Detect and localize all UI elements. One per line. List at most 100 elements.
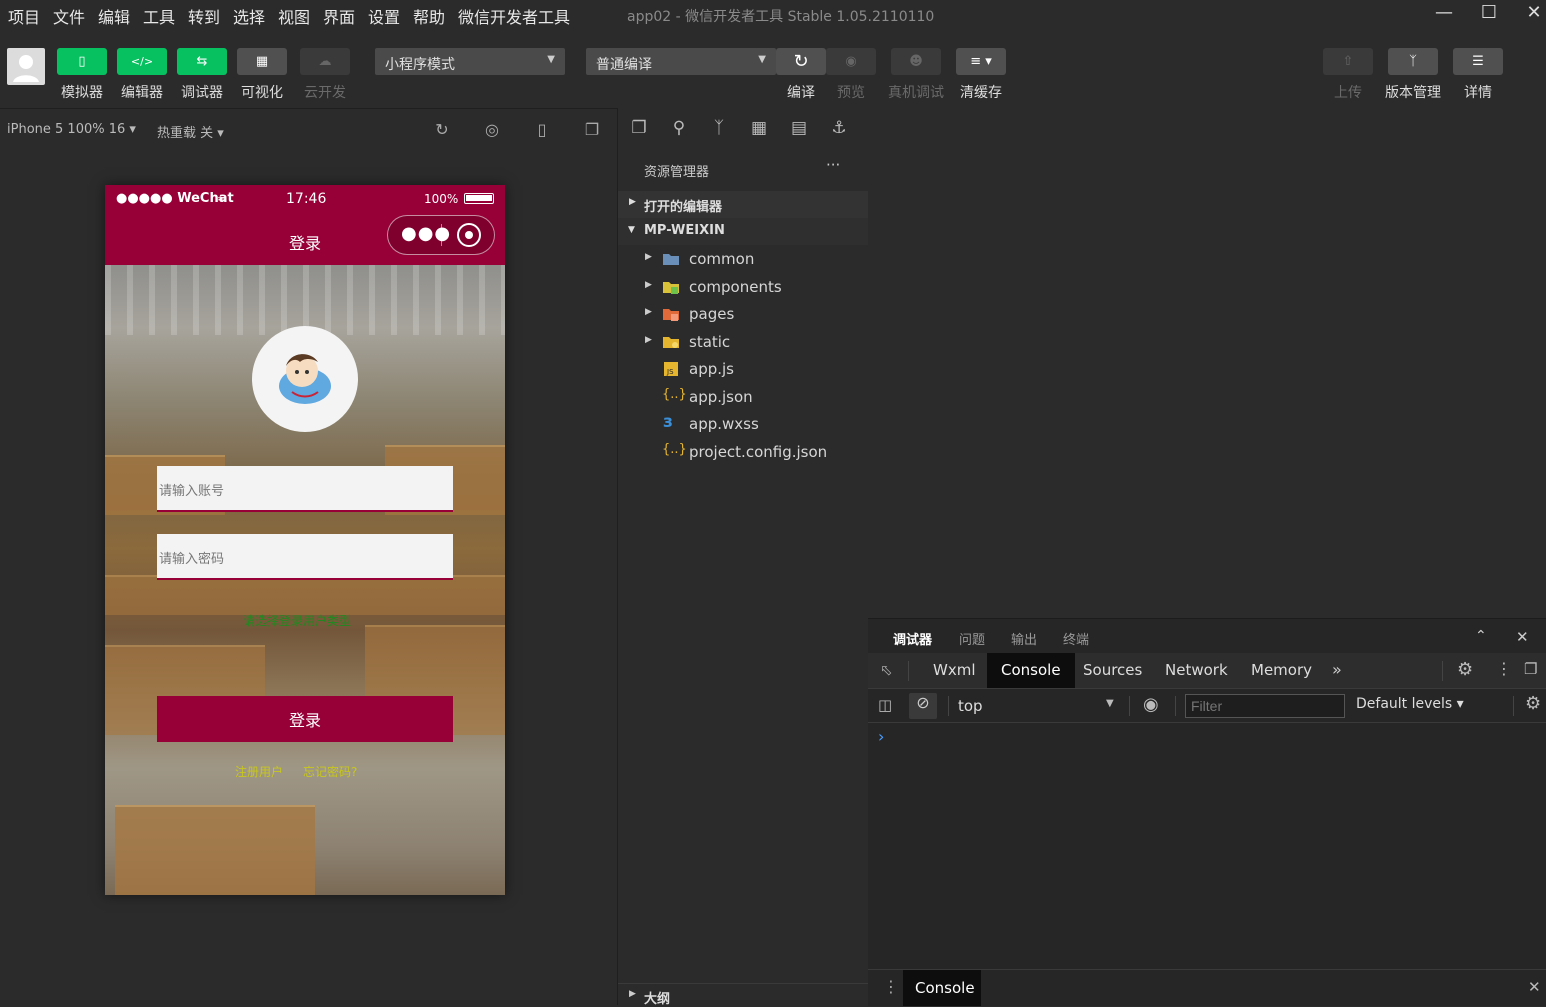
preview-label: 预览 (837, 85, 865, 101)
rotate-icon[interactable]: ↻ (433, 121, 451, 139)
upload-button[interactable]: ⇧ (1323, 48, 1373, 75)
close-icon[interactable]: ✕ (1519, 2, 1546, 26)
menu-project[interactable]: 项目 (8, 4, 40, 28)
docker-icon[interactable]: ⚓ (828, 118, 850, 140)
clear-cache-button[interactable]: ≡ ▾ (956, 48, 1006, 75)
tab-network[interactable]: Network (1151, 653, 1242, 688)
menu-file[interactable]: 文件 (53, 4, 85, 28)
project-section[interactable]: ▼ MP-WEIXIN (618, 218, 868, 245)
tab-output[interactable]: 输出 (1011, 629, 1037, 648)
tree-item-app-js[interactable]: JS app.js (618, 356, 868, 383)
divider (908, 661, 909, 681)
files-icon[interactable]: ❐ (628, 118, 650, 140)
tree-item-label: app.wxss (689, 415, 759, 433)
settings-gear-icon[interactable]: ⚙ (1457, 659, 1473, 680)
clear-console-icon[interactable]: ⊘ (909, 693, 937, 719)
debugger-label: 调试器 (181, 85, 223, 101)
menu-goto[interactable]: 转到 (188, 4, 220, 28)
menu-tools[interactable]: 工具 (143, 4, 175, 28)
close-miniprogram-icon[interactable] (457, 223, 481, 247)
tree-item-app-wxss[interactable]: з app.wxss (618, 411, 868, 438)
live-expression-eye-icon[interactable]: ◉ (1143, 694, 1159, 715)
drawer-console-tab[interactable]: Console (903, 970, 981, 1006)
simulator-button[interactable]: ▯ (57, 48, 107, 75)
inspect-element-icon[interactable]: ⬁ (880, 661, 893, 679)
compile-button[interactable]: ↻ (776, 48, 826, 75)
open-editors-section[interactable]: ▶ 打开的编辑器 (618, 191, 868, 218)
outline-section[interactable]: ▶ 大纲 (618, 983, 868, 1007)
cloud-icon: ☁ (318, 54, 332, 69)
register-link[interactable]: 注册用户 (235, 763, 283, 780)
account-input[interactable]: 请输入账号 (157, 466, 453, 512)
close-panel-icon[interactable]: ✕ (1516, 628, 1529, 646)
upload-label: 上传 (1334, 85, 1362, 101)
undock-icon[interactable]: ❐ (1524, 660, 1537, 678)
tab-debugger[interactable]: 调试器 (893, 629, 932, 648)
preview-button[interactable]: ◉ (826, 48, 876, 75)
compile-select[interactable]: 普通编译 ▼ (586, 48, 776, 75)
forgot-password-link[interactable]: 忘记密码? (303, 763, 357, 780)
drawer-close-icon[interactable]: ✕ (1528, 978, 1541, 996)
tab-wxml[interactable]: Wxml (919, 653, 990, 688)
drawer-kebab-icon[interactable]: ⋮ (883, 977, 899, 996)
tree-item-components[interactable]: ▶ components (618, 274, 868, 301)
tab-sources[interactable]: Sources (1069, 653, 1156, 688)
password-input[interactable]: 请输入密码 (157, 534, 453, 580)
battery-icon (464, 193, 494, 204)
divider (1442, 661, 1443, 681)
version-button[interactable]: ᛉ (1388, 48, 1438, 75)
menu-select[interactable]: 选择 (233, 4, 265, 28)
extensions-icon[interactable]: ▦ (748, 118, 770, 140)
tab-console[interactable]: Console (987, 653, 1075, 688)
real-device-debug-button[interactable]: ☻ (891, 48, 941, 75)
maximize-icon[interactable]: ☐ (1474, 2, 1504, 26)
sidebar-toggle-icon[interactable]: ◫ (878, 696, 892, 714)
console-settings-icon[interactable]: ⚙ (1525, 693, 1541, 714)
menu-help[interactable]: 帮助 (413, 4, 445, 28)
editor-button[interactable]: </> (117, 48, 167, 75)
source-control-icon[interactable]: ᛉ (708, 118, 730, 140)
device-select[interactable]: iPhone 5 100% 16 ▾ (7, 122, 136, 137)
menu-wechat-devtools[interactable]: 微信开发者工具 (458, 4, 570, 28)
tab-memory[interactable]: Memory (1237, 653, 1326, 688)
minimize-icon[interactable]: — (1429, 2, 1459, 26)
explorer-more-button[interactable]: ··· (826, 156, 840, 174)
menu-edit[interactable]: 编辑 (98, 4, 130, 28)
menu-settings[interactable]: 设置 (368, 4, 400, 28)
visual-button[interactable]: ▦ (237, 48, 287, 75)
log-levels-select[interactable]: Default levels ▾ (1356, 696, 1464, 712)
menubar: 项目 文件 编辑 工具 转到 选择 视图 界面 设置 帮助 微信开发者工具 ap… (0, 0, 1546, 30)
filter-input[interactable] (1185, 694, 1345, 718)
details-button[interactable]: ☰ (1453, 48, 1503, 75)
tab-problems[interactable]: 问题 (959, 629, 985, 648)
device-icon[interactable]: ▯ (533, 121, 551, 139)
search-icon[interactable]: ⚲ (668, 118, 690, 140)
more-dots-icon[interactable]: ●●● (401, 223, 451, 244)
mode-select[interactable]: 小程序模式 ▼ (375, 48, 565, 75)
cloud-button[interactable]: ☁ (300, 48, 350, 75)
tree-item-common[interactable]: ▶ common (618, 246, 868, 273)
capsule-divider (441, 224, 442, 246)
more-tabs-button[interactable]: » (1332, 660, 1342, 679)
console-prompt[interactable]: › (878, 727, 884, 746)
user-type-picker[interactable]: 请选择登录用户类型 (243, 612, 351, 629)
storage-icon[interactable]: ▤ (788, 118, 810, 140)
menu-interface[interactable]: 界面 (323, 4, 355, 28)
chevron-up-icon[interactable]: ⌃ (1475, 628, 1487, 644)
tree-item-pages[interactable]: ▶ pages (618, 301, 868, 328)
debugger-button[interactable]: ⇆ (177, 48, 227, 75)
user-avatar[interactable] (7, 48, 45, 85)
tab-terminal[interactable]: 终端 (1063, 629, 1089, 648)
hot-reload-select[interactable]: 热重载 关 ▾ (157, 122, 224, 141)
svg-text:JS: JS (666, 368, 674, 376)
record-icon[interactable]: ◎ (483, 121, 501, 139)
login-button[interactable]: 登录 (157, 696, 453, 742)
chevron-down-icon: ▼ (628, 225, 635, 235)
tree-item-app-json[interactable]: {..} app.json (618, 384, 868, 411)
menu-view[interactable]: 视图 (278, 4, 310, 28)
popout-icon[interactable]: ❐ (583, 121, 601, 139)
kebab-menu-icon[interactable]: ⋮ (1496, 659, 1512, 678)
context-select[interactable]: top ▼ (952, 693, 1122, 719)
tree-item-static[interactable]: ▶ static (618, 329, 868, 356)
tree-item-project-config[interactable]: {..} project.config.json (618, 439, 868, 466)
